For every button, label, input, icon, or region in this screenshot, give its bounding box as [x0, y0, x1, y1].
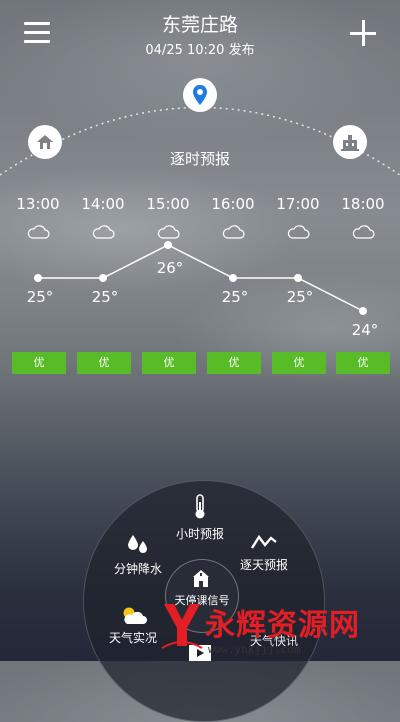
raindrops-icon	[128, 535, 147, 553]
temperature-point	[164, 241, 172, 249]
minute-rain-label: 分钟降水	[113, 562, 162, 576]
watermark-text: 永辉资源网	[205, 608, 360, 643]
sun-cloud-icon	[123, 607, 147, 624]
temperature-label: 26°	[157, 259, 184, 277]
temperature-label: 24°	[352, 321, 379, 339]
temperature-label: 25°	[222, 288, 249, 306]
current-weather-label: 天气实况	[108, 631, 157, 645]
aqi-badge: 优	[77, 352, 131, 374]
thermometer-icon	[195, 494, 205, 519]
trend-icon	[250, 534, 277, 549]
aqi-badge: 优	[142, 352, 196, 374]
temperature-point	[99, 274, 107, 282]
aqi-badge: 优	[207, 352, 261, 374]
temperature-label: 25°	[27, 288, 54, 306]
temperature-point	[229, 274, 237, 282]
temperature-point	[294, 274, 302, 282]
minute-rain-button[interactable]: 分钟降水	[106, 533, 170, 577]
watermark-logo-icon	[161, 604, 203, 649]
hourly-forecast-button[interactable]: 小时预报	[168, 494, 232, 542]
temperature-chart: 25° 25° 26° 25° 25° 24°	[27, 241, 379, 339]
temperature-label: 25°	[287, 288, 314, 306]
school-icon	[193, 570, 209, 587]
daily-forecast-label: 逐天预报	[239, 558, 288, 572]
daily-forecast-button[interactable]: 逐天预报	[232, 533, 296, 573]
temperature-line	[38, 244, 364, 312]
current-weather-button[interactable]: 天气实况	[100, 604, 166, 646]
aqi-badge: 优	[336, 352, 390, 374]
temperature-label: 25°	[92, 288, 119, 306]
watermark-url: www.yhkjjj.com	[208, 643, 301, 656]
temperature-point	[359, 307, 367, 315]
aqi-badge: 优	[272, 352, 326, 374]
aqi-badge: 优	[12, 352, 66, 374]
temperature-point	[34, 274, 42, 282]
hourly-forecast-label: 小时预报	[175, 527, 224, 541]
